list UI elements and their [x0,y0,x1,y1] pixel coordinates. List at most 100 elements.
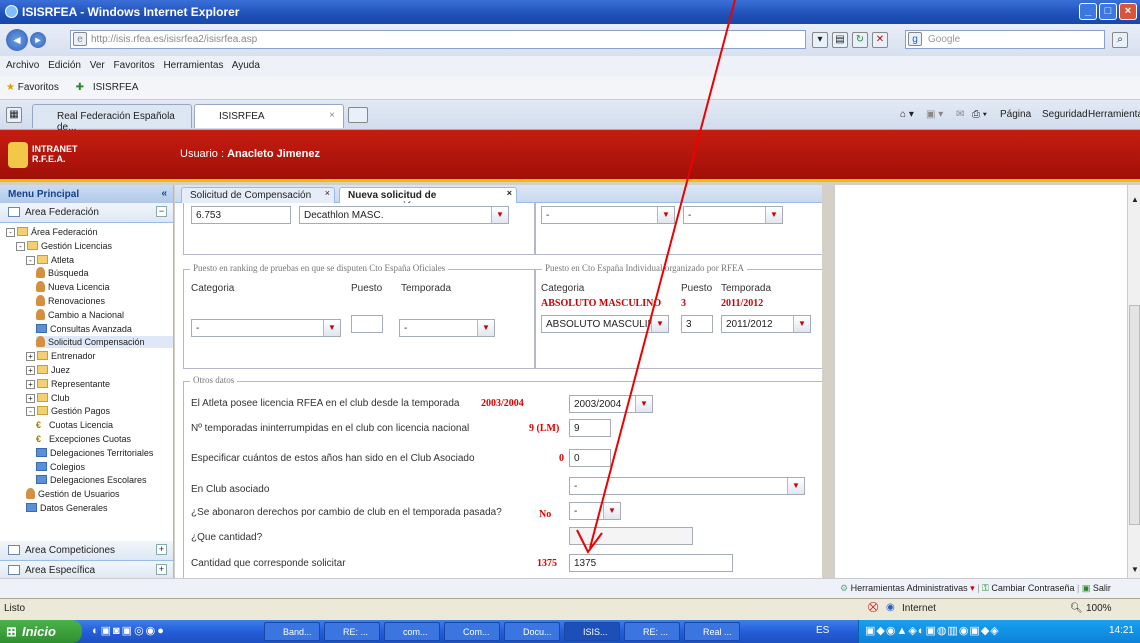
tree-item[interactable]: Delegaciones Territoriales [36,447,173,459]
stop-icon[interactable]: ✕ [872,32,888,48]
quick-launch-icons[interactable]: ◐▣◙▣◎◉● [92,624,166,637]
temporadas-field[interactable]: 9 [569,419,611,437]
close-tab-icon[interactable]: × [507,188,512,198]
favorites-star-icon[interactable]: ★ [6,82,15,93]
tab-nueva-solicitud[interactable]: Nueva solicitud de compensación × [339,187,517,212]
search-icon[interactable]: ⌕ [1112,32,1128,48]
exit-button[interactable]: Salir [1093,583,1111,593]
taskbar-item[interactable]: com... [384,622,440,641]
vertical-scrollbar[interactable]: ▲ ▼ [1127,185,1140,578]
rank-temporada-select[interactable]: - ▼ [399,319,495,337]
tab-solicitud-compensacion[interactable]: Solicitud de Compensación × [181,187,335,203]
collapse-icon[interactable]: - [26,407,35,417]
derechos-select[interactable]: - ▼ [569,502,621,520]
menu-edicion[interactable]: Edición [48,60,81,71]
expand-icon[interactable]: + [26,379,35,389]
back-button[interactable]: ◄ [6,29,28,51]
chevron-down-icon[interactable]: ▼ [323,320,340,336]
browser-tab-rfea[interactable]: Real Federación Española de... [32,104,192,133]
taskbar-item[interactable]: Com... [444,622,500,641]
page-menu[interactable]: Página [1000,109,1031,120]
prueba-select[interactable]: Decathlon MASC. ▼ [299,206,509,224]
tree-item[interactable]: + Juez [26,364,173,376]
club-asociado-select[interactable]: - ▼ [569,477,805,495]
refresh-icon[interactable]: ↻ [852,32,868,48]
expand-icon[interactable]: + [26,393,35,403]
tree-item[interactable]: - Gestión Licencias [16,240,173,252]
accordion-area-competiciones[interactable]: Area Competiciones + [0,541,173,561]
rank-categoria-select[interactable]: - ▼ [191,319,341,337]
chevron-down-icon[interactable]: ▼ [793,316,810,332]
tree-item[interactable]: Cambio a Nacional [36,308,173,321]
collapse-icon[interactable]: − [156,206,167,217]
taskbar-item[interactable]: RE: ... [624,622,680,641]
taskbar-item[interactable]: Docu... [504,622,560,641]
start-button[interactable]: ⊞ Inicio [0,620,82,643]
tree-item[interactable]: + Club [26,392,173,404]
tree-item[interactable]: Renovaciones [36,295,173,307]
menu-ayuda[interactable]: Ayuda [232,60,260,71]
chevron-down-icon[interactable]: ▼ [657,207,674,223]
chevron-down-icon[interactable]: ▼ [635,396,652,412]
taskbar-item[interactable]: RE: ... [324,622,380,641]
url-input[interactable]: e http://isis.rfea.es/isisrfea2/isisrfea… [70,30,806,49]
menu-herramientas[interactable]: Herramientas [163,60,223,71]
taskbar-item[interactable]: Band... [264,622,320,641]
tree-item[interactable]: Solicitud Compensación [36,336,173,349]
admin-tools-button[interactable]: Herramientas Administrativas [851,583,968,593]
dropdown-icon[interactable]: ▾ [812,32,828,48]
cantidad-field[interactable] [569,527,693,545]
menu-ver[interactable]: Ver [90,60,105,71]
taskbar-item[interactable]: ISIS... [564,622,620,641]
security-menu[interactable]: Seguridad [1042,109,1088,120]
feeds-icon[interactable]: ▣ ▾ [926,109,943,120]
tree-item[interactable]: Nueva Licencia [36,281,173,293]
close-tab-icon[interactable]: × [325,188,330,198]
top-combo-a[interactable]: - ▼ [541,206,675,224]
scroll-down-icon[interactable]: ▼ [1131,565,1139,574]
tree-item[interactable]: € Cuotas Licencia [36,419,173,431]
tools-menu[interactable]: Herramientas [1088,109,1140,120]
zoom-icon[interactable]: 🔍︎ [1070,603,1083,614]
collapse-sidebar-icon[interactable]: « [161,188,167,199]
scroll-up-icon[interactable]: ▲ [1131,195,1139,204]
expand-icon[interactable]: + [156,564,167,575]
favorites-label[interactable]: Favoritos [18,82,59,93]
collapse-icon[interactable]: - [6,228,15,237]
tree-item[interactable]: - Atleta [26,254,173,266]
tree-item[interactable]: Gestión de Usuarios [26,488,173,500]
compatibility-icon[interactable]: ▤ [832,32,848,48]
tree-item[interactable]: Búsqueda [36,267,173,279]
scroll-thumb[interactable] [1129,305,1140,525]
chevron-down-icon[interactable]: ▼ [603,503,620,519]
forward-button[interactable]: ► [30,32,46,48]
chevron-down-icon[interactable]: ▼ [765,207,782,223]
collapse-icon[interactable]: - [16,241,25,251]
expand-icon[interactable]: + [26,366,35,375]
chevron-down-icon[interactable]: ▼ [491,207,508,223]
tree-item[interactable]: Colegios [36,461,173,473]
menu-archivo[interactable]: Archivo [6,60,39,71]
maximize-button[interactable]: □ [1099,3,1117,20]
cto-puesto-field[interactable]: 3 [681,315,713,333]
taskbar-item[interactable]: Real ... [684,622,740,641]
browser-tab-isisrfea[interactable]: ISISRFEA × [194,104,344,128]
chevron-down-icon[interactable]: ▼ [787,478,804,494]
language-indicator[interactable]: ES [816,625,829,636]
search-input[interactable]: g Google [905,30,1105,49]
chevron-down-icon[interactable]: ▼ [651,316,668,332]
cto-temporada-select[interactable]: 2011/2012 ▼ [721,315,811,333]
rank-puesto-field[interactable] [351,315,383,333]
cto-categoria-select[interactable]: ABSOLUTO MASCULINO ▼ [541,315,669,333]
expand-icon[interactable]: + [26,352,35,362]
licencia-desde-select[interactable]: 2003/2004 ▼ [569,395,653,413]
quick-tabs-icon[interactable]: ▦ [6,107,22,123]
tree-item[interactable]: - Área Federación [6,226,173,238]
chevron-down-icon[interactable]: ▼ [477,320,494,336]
tree-item[interactable]: € Excepciones Cuotas [36,433,173,445]
new-tab-button[interactable] [348,107,368,123]
points-field[interactable]: 6.753 [191,206,291,224]
mail-icon[interactable]: ✉ [956,109,964,120]
favorite-link-isisrfea[interactable]: ISISRFEA [93,82,139,93]
tree-item[interactable]: Consultas Avanzada [36,323,173,335]
